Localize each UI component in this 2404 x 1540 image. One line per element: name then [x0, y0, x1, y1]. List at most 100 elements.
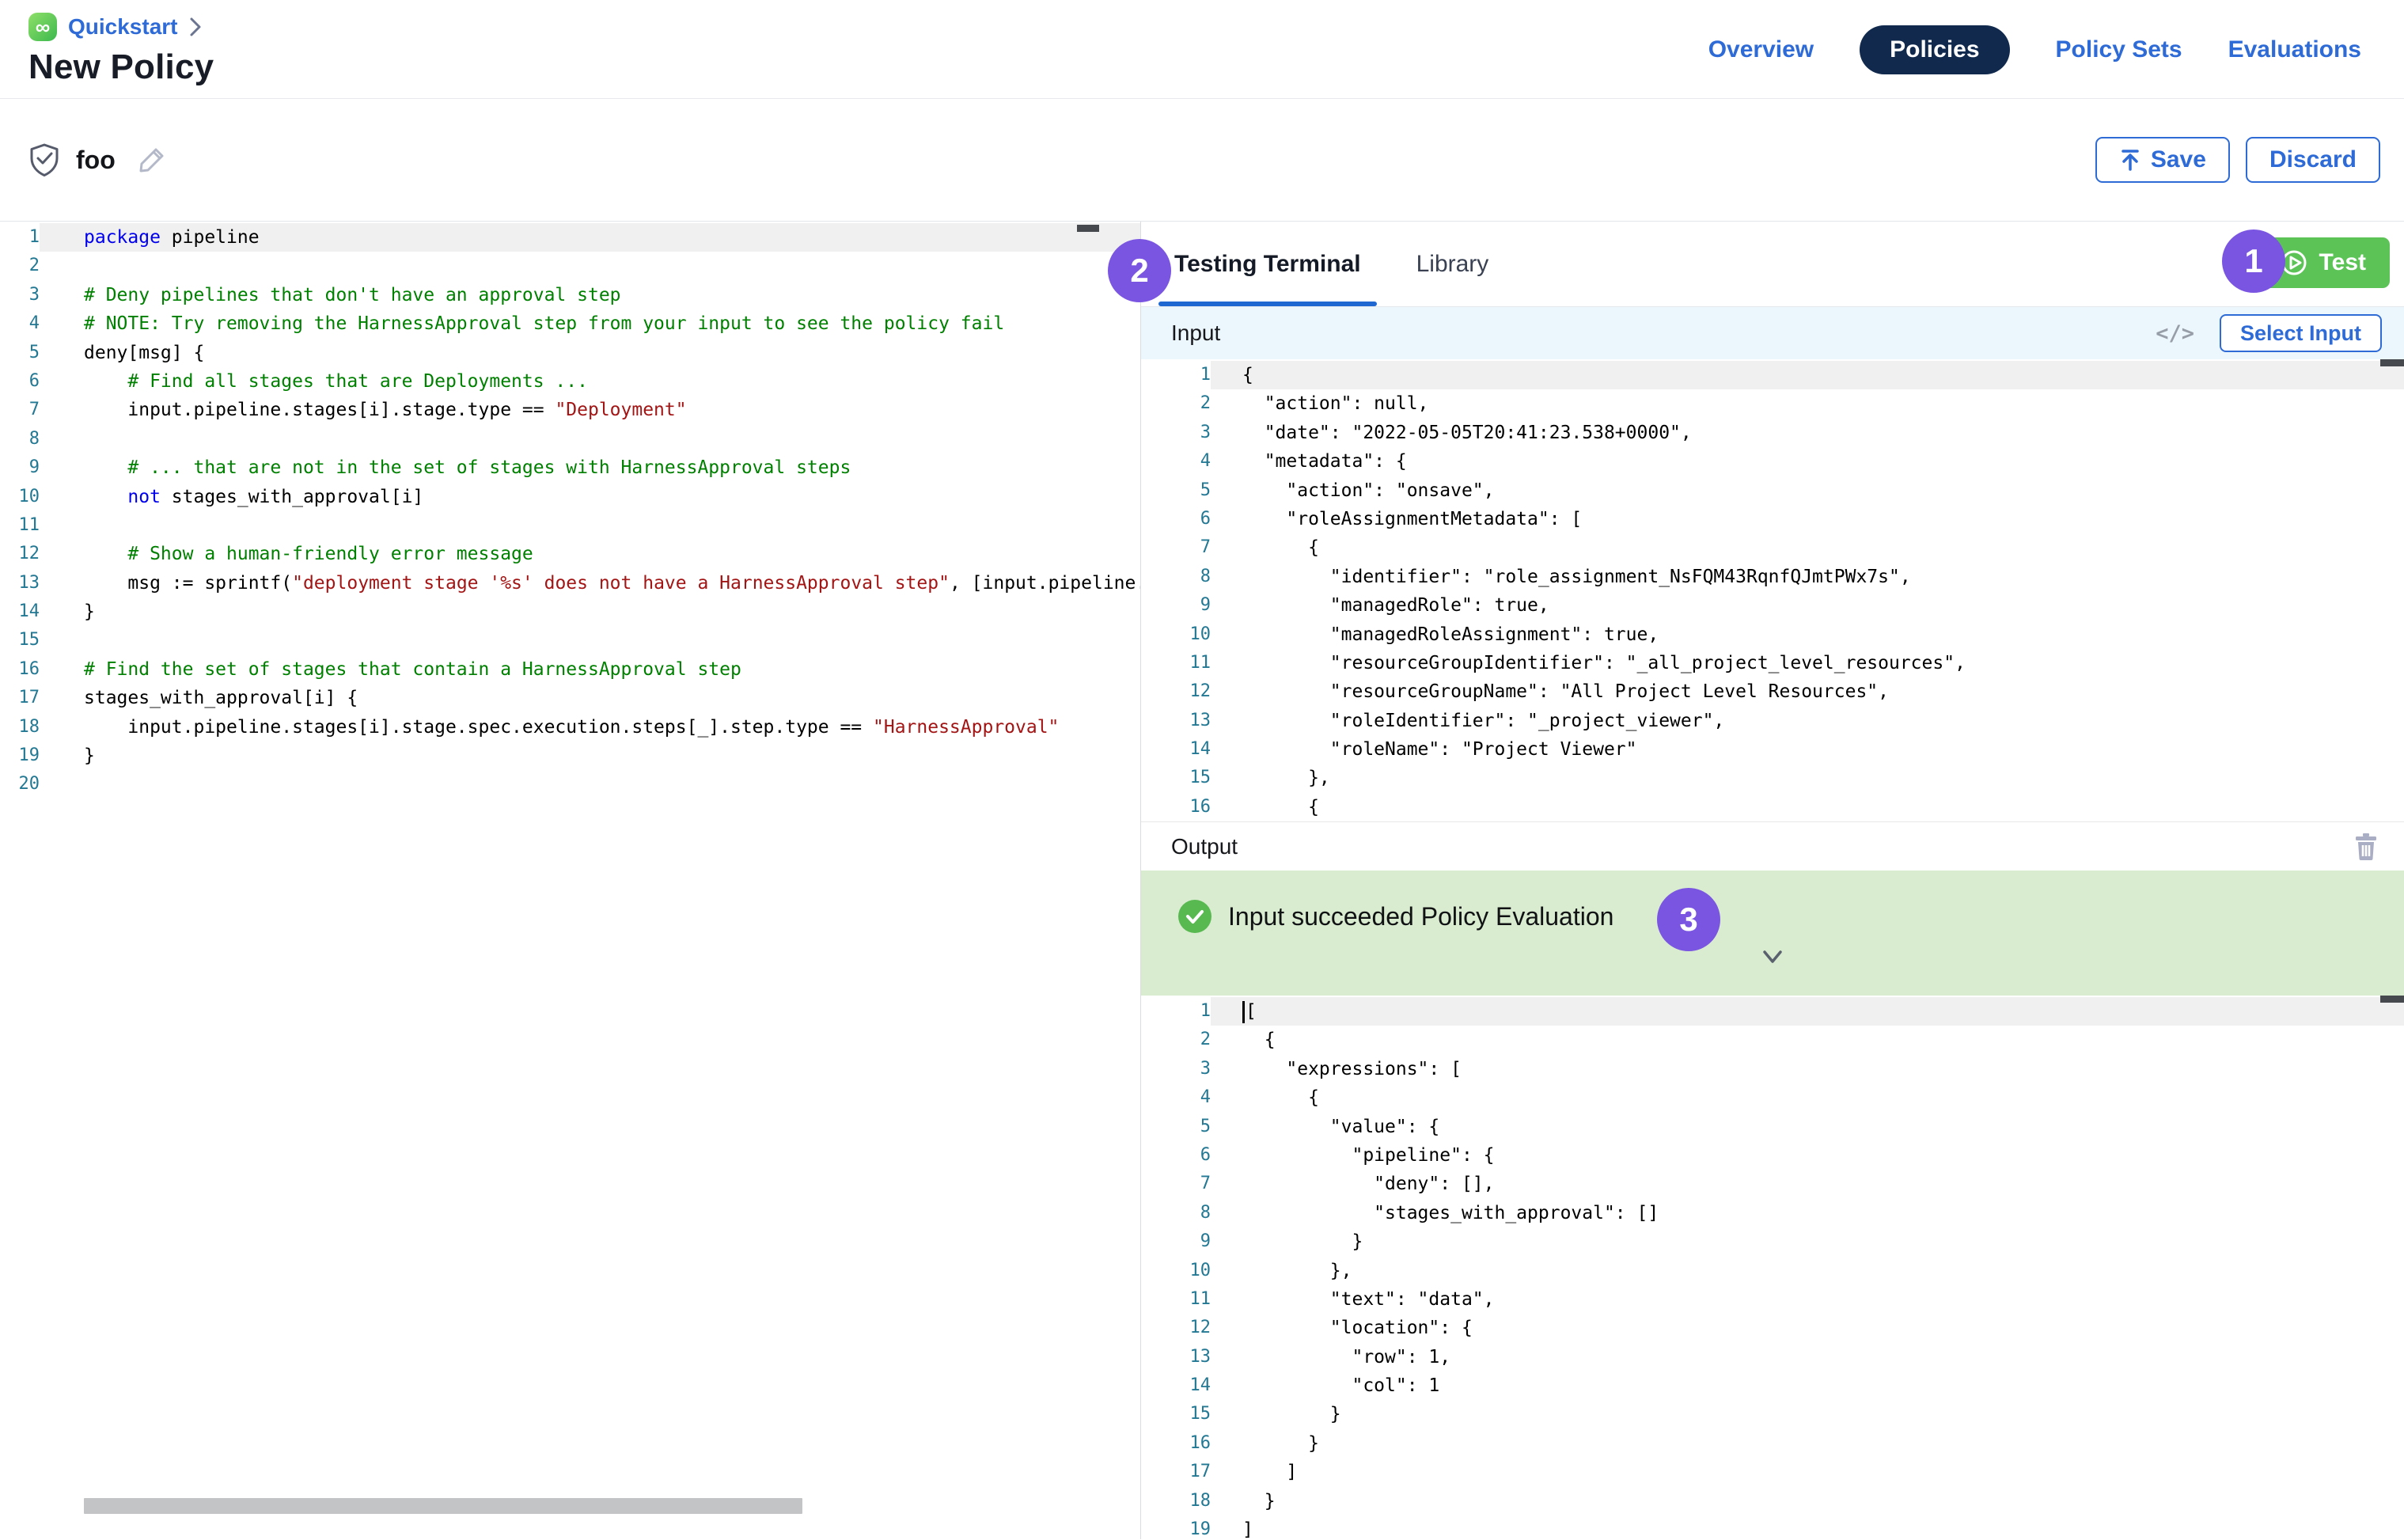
code-line-9[interactable]: 9 # ... that are not in the set of stage…	[0, 453, 1140, 482]
line-content[interactable]: }	[1211, 1487, 2404, 1515]
line-content[interactable]: "identifier": "role_assignment_NsFQM43Rq…	[1211, 563, 2404, 591]
line-content[interactable]: "roleAssignmentMetadata": [	[1211, 505, 2404, 533]
line-content[interactable]: # Find all stages that are Deployments .…	[40, 367, 1140, 396]
code-line-2[interactable]: 2 "action": null,	[1141, 389, 2404, 418]
line-content[interactable]: input.pipeline.stages[i].stage.type == "…	[40, 396, 1140, 424]
code-line-8[interactable]: 8	[0, 425, 1140, 453]
code-line-1[interactable]: 1[	[1141, 997, 2404, 1026]
line-content[interactable]: {	[1211, 793, 2404, 821]
code-line-19[interactable]: 19}	[0, 742, 1140, 770]
line-content[interactable]	[40, 252, 1140, 280]
code-line-5[interactable]: 5 "action": "onsave",	[1141, 476, 2404, 505]
line-content[interactable]: "roleName": "Project Viewer"	[1211, 735, 2404, 764]
line-content[interactable]: {	[1211, 1026, 2404, 1054]
code-line-3[interactable]: 3 "expressions": [	[1141, 1055, 2404, 1083]
line-content[interactable]	[40, 770, 1140, 798]
line-content[interactable]: }	[1211, 1429, 2404, 1458]
policy-code-editor[interactable]: 1package pipeline23# Deny pipelines that…	[0, 222, 1141, 1539]
line-content[interactable]: deny[msg] {	[40, 339, 1140, 367]
code-line-17[interactable]: 17stages_with_approval[i] {	[0, 684, 1140, 712]
output-json-editor[interactable]: 1[2 {3 "expressions": [4 {5 "value": {6 …	[1141, 996, 2404, 1539]
code-line-19[interactable]: 19]	[1141, 1515, 2404, 1539]
line-content[interactable]: "location": {	[1211, 1314, 2404, 1342]
line-content[interactable]	[40, 425, 1140, 453]
code-line-11[interactable]: 11	[0, 511, 1140, 540]
nav-tab-policies[interactable]: Policies	[1860, 25, 2009, 74]
code-line-1[interactable]: 1{	[1141, 361, 2404, 389]
expand-details-button[interactable]	[1755, 948, 1790, 969]
line-content[interactable]: ]	[1211, 1515, 2404, 1539]
code-view-icon[interactable]: </>	[2156, 321, 2194, 346]
code-line-4[interactable]: 4# NOTE: Try removing the HarnessApprova…	[0, 309, 1140, 338]
line-content[interactable]: "text": "data",	[1211, 1285, 2404, 1314]
line-content[interactable]: "stages_with_approval": []	[1211, 1199, 2404, 1227]
line-content[interactable]: "resourceGroupName": "All Project Level …	[1211, 677, 2404, 706]
edit-name-button[interactable]	[136, 144, 168, 176]
code-line-5[interactable]: 5 "value": {	[1141, 1113, 2404, 1141]
line-content[interactable]: "roleIdentifier": "_project_viewer",	[1211, 707, 2404, 735]
line-content[interactable]: ]	[1211, 1458, 2404, 1486]
line-content[interactable]: "date": "2022-05-05T20:41:23.538+0000",	[1211, 419, 2404, 447]
line-content[interactable]: "managedRoleAssignment": true,	[1211, 620, 2404, 649]
line-content[interactable]: },	[1211, 764, 2404, 792]
code-line-1[interactable]: 1package pipeline	[0, 223, 1140, 252]
line-content[interactable]: }	[40, 742, 1140, 770]
code-line-16[interactable]: 16 }	[1141, 1429, 2404, 1458]
nav-tab-overview[interactable]: Overview	[1708, 36, 1814, 63]
tab-testing-terminal[interactable]: Testing Terminal	[1170, 222, 1366, 306]
code-line-7[interactable]: 7 input.pipeline.stages[i].stage.type ==…	[0, 396, 1140, 424]
code-line-6[interactable]: 6 # Find all stages that are Deployments…	[0, 367, 1140, 396]
code-line-17[interactable]: 17 ]	[1141, 1458, 2404, 1486]
line-content[interactable]: "expressions": [	[1211, 1055, 2404, 1083]
code-line-18[interactable]: 18 }	[1141, 1487, 2404, 1515]
code-line-10[interactable]: 10 "managedRoleAssignment": true,	[1141, 620, 2404, 649]
code-line-20[interactable]: 20	[0, 770, 1140, 798]
code-line-15[interactable]: 15 },	[1141, 764, 2404, 792]
code-line-2[interactable]: 2 {	[1141, 1026, 2404, 1054]
line-content[interactable]: }	[40, 597, 1140, 626]
line-content[interactable]	[40, 626, 1140, 654]
code-line-3[interactable]: 3 "date": "2022-05-05T20:41:23.538+0000"…	[1141, 419, 2404, 447]
line-content[interactable]	[40, 511, 1140, 540]
code-line-4[interactable]: 4 {	[1141, 1083, 2404, 1112]
code-line-6[interactable]: 6 "roleAssignmentMetadata": [	[1141, 505, 2404, 533]
code-line-11[interactable]: 11 "resourceGroupIdentifier": "_all_proj…	[1141, 649, 2404, 677]
code-line-14[interactable]: 14 "col": 1	[1141, 1371, 2404, 1400]
code-line-7[interactable]: 7 "deny": [],	[1141, 1170, 2404, 1198]
code-line-6[interactable]: 6 "pipeline": {	[1141, 1141, 2404, 1170]
select-input-button[interactable]: Select Input	[2220, 314, 2382, 352]
discard-button[interactable]: Discard	[2246, 137, 2380, 183]
code-line-10[interactable]: 10 not stages_with_approval[i]	[0, 483, 1140, 511]
line-content[interactable]: "action": null,	[1211, 389, 2404, 418]
code-line-4[interactable]: 4 "metadata": {	[1141, 447, 2404, 476]
input-json-editor[interactable]: 1{2 "action": null,3 "date": "2022-05-05…	[1141, 359, 2404, 821]
line-content[interactable]: }	[1211, 1400, 2404, 1428]
clear-output-button[interactable]	[2353, 833, 2379, 861]
line-content[interactable]: # Show a human-friendly error message	[40, 540, 1140, 568]
line-content[interactable]: # NOTE: Try removing the HarnessApproval…	[40, 309, 1140, 338]
code-line-10[interactable]: 10 },	[1141, 1257, 2404, 1285]
code-line-12[interactable]: 12 "resourceGroupName": "All Project Lev…	[1141, 677, 2404, 706]
code-line-9[interactable]: 9 }	[1141, 1227, 2404, 1256]
line-content[interactable]: "row": 1,	[1211, 1343, 2404, 1371]
code-line-7[interactable]: 7 {	[1141, 533, 2404, 562]
editor-horizontal-scrollbar[interactable]	[84, 1498, 802, 1514]
line-content[interactable]: input.pipeline.stages[i].stage.spec.exec…	[40, 713, 1140, 742]
code-line-11[interactable]: 11 "text": "data",	[1141, 1285, 2404, 1314]
breadcrumb-project-link[interactable]: Quickstart	[68, 14, 178, 40]
line-content[interactable]: {	[1211, 1083, 2404, 1112]
tab-library[interactable]: Library	[1416, 222, 1489, 306]
line-content[interactable]: "metadata": {	[1211, 447, 2404, 476]
line-content[interactable]: "pipeline": {	[1211, 1141, 2404, 1170]
line-content[interactable]: "value": {	[1211, 1113, 2404, 1141]
line-content[interactable]: "col": 1	[1211, 1371, 2404, 1400]
code-line-13[interactable]: 13 "roleIdentifier": "_project_viewer",	[1141, 707, 2404, 735]
code-line-16[interactable]: 16 {	[1141, 793, 2404, 821]
code-line-8[interactable]: 8 "identifier": "role_assignment_NsFQM43…	[1141, 563, 2404, 591]
code-line-15[interactable]: 15	[0, 626, 1140, 654]
code-line-16[interactable]: 16# Find the set of stages that contain …	[0, 655, 1140, 684]
line-content[interactable]: msg := sprintf("deployment stage '%s' do…	[40, 569, 1140, 597]
code-line-14[interactable]: 14 "roleName": "Project Viewer"	[1141, 735, 2404, 764]
line-content[interactable]: package pipeline	[40, 223, 1140, 252]
code-line-18[interactable]: 18 input.pipeline.stages[i].stage.spec.e…	[0, 713, 1140, 742]
